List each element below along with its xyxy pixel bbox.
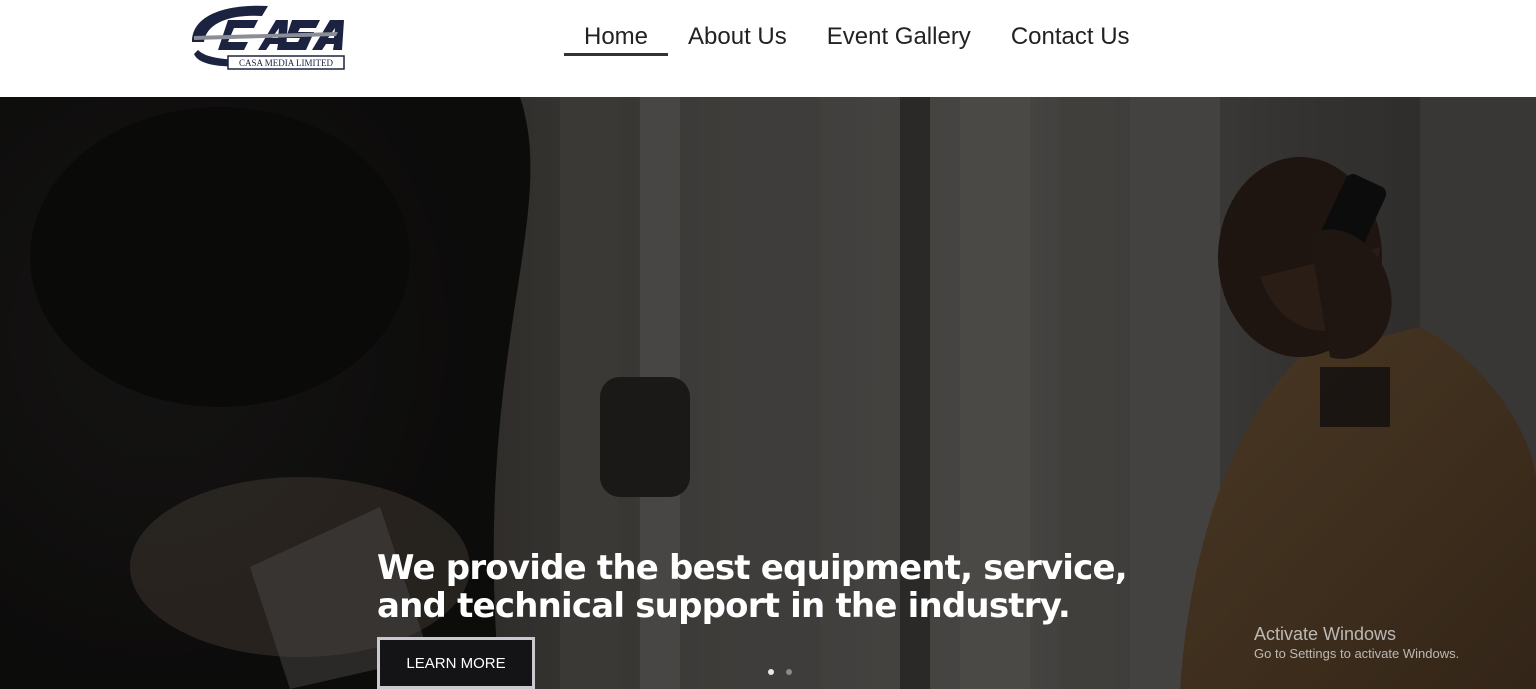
site-header: CASA MEDIA LIMITED Home About Us Event G… <box>0 0 1536 97</box>
nav-about-us[interactable]: About Us <box>668 20 807 54</box>
logo-subtitle: CASA MEDIA LIMITED <box>239 58 333 68</box>
nav-contact-us[interactable]: Contact Us <box>991 20 1150 54</box>
main-nav: Home About Us Event Gallery Contact Us <box>564 20 1150 60</box>
learn-more-button[interactable]: LEARN MORE <box>377 637 535 689</box>
slider-dot-1[interactable] <box>768 669 774 675</box>
slider-dot-2[interactable] <box>786 669 792 675</box>
hero-slider: We provide the best equipment, service, … <box>0 97 1536 689</box>
hero-headline: We provide the best equipment, service, … <box>377 548 1128 626</box>
casa-media-logo[interactable]: CASA MEDIA LIMITED <box>188 2 354 72</box>
watermark-title: Activate Windows <box>1254 624 1397 644</box>
slider-dots <box>768 669 792 675</box>
nav-home[interactable]: Home <box>564 20 669 56</box>
windows-activation-watermark: Activate Windows Go to Settings to activ… <box>1254 623 1459 663</box>
watermark-subtitle: Go to Settings to activate Windows. <box>1254 646 1460 661</box>
nav-event-gallery[interactable]: Event Gallery <box>807 20 991 54</box>
